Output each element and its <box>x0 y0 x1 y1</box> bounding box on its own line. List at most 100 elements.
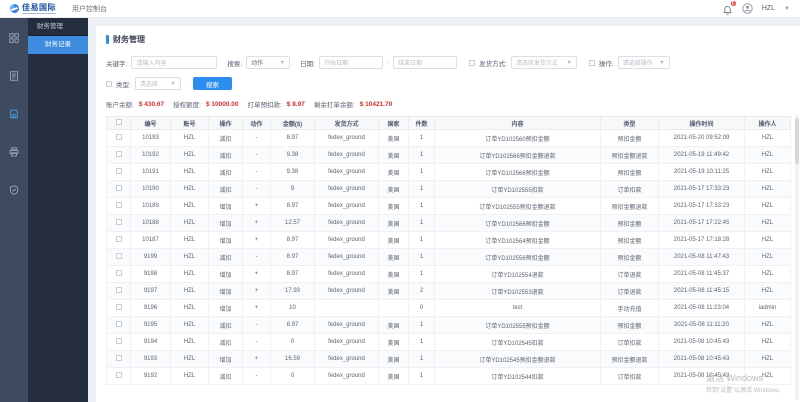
scrollbar-thumb[interactable] <box>795 118 799 164</box>
nav-printer[interactable] <box>8 146 20 158</box>
nav-orders[interactable] <box>8 70 20 82</box>
chevron-down-icon[interactable]: ▼ <box>784 6 790 12</box>
cell-id: 9196 <box>130 299 171 317</box>
cell-qty: 1 <box>408 197 435 215</box>
cell-qty: 1 <box>408 146 435 164</box>
table-row: 9193 HZL 增加 +16.59 fedex_ground 美国 1 订单YD102545… <box>106 350 791 368</box>
user-avatar-icon[interactable] <box>742 3 753 14</box>
cell-operator: HZL <box>744 316 791 334</box>
cell-content: 订单YD102560预扣金额 <box>434 129 601 147</box>
cell-account: HZL <box>170 265 209 283</box>
cell-type: 预扣金额退款 <box>600 146 659 164</box>
table-row: 9196 HZL 增加 +10 0 test 手动充值 2021-05-08 11:23:04… <box>106 299 791 317</box>
column-header[interactable]: 操作人 <box>744 116 791 130</box>
cell-operator: HZL <box>744 231 791 249</box>
icon-rail <box>0 18 28 402</box>
date-start-input[interactable]: 开始日期 <box>318 56 383 69</box>
cell-shipping: fedex_ground <box>314 214 379 232</box>
cell-account: HZL <box>170 299 209 317</box>
vertical-scrollbar[interactable] <box>795 114 799 400</box>
cell-type: 预扣金额 <box>600 129 659 147</box>
column-header[interactable]: 操作时间 <box>658 116 745 130</box>
column-header[interactable]: 金额($) <box>270 116 315 130</box>
column-header[interactable]: 类型 <box>600 116 659 130</box>
cell-time: 2021-05-08 10:45:43 <box>658 333 745 351</box>
column-header[interactable]: 操作 <box>208 116 243 130</box>
cell-time: 2021-05-08 11:47:43 <box>658 248 745 266</box>
cell-account: HZL <box>170 163 209 181</box>
select-all-checkbox[interactable] <box>115 119 122 125</box>
nav-store[interactable] <box>8 108 20 120</box>
sidebar-item-finance-records[interactable]: 财务记录 <box>28 36 88 54</box>
table-row: 10193 HZL 减扣 -8.97 fedex_ground 美国 1 订单YD102560… <box>106 129 791 147</box>
cell-time: 2021-05-17 17:33:23 <box>658 197 745 215</box>
operation-label: 操作: <box>598 60 614 68</box>
cell-amount: 8.97 <box>270 316 315 334</box>
row-checkbox[interactable] <box>115 168 122 174</box>
row-checkbox[interactable] <box>115 355 122 361</box>
cell-time: 2021-05-20 09:52:09 <box>658 129 745 147</box>
chevron-down-icon: ▼ <box>170 80 176 87</box>
row-checkbox[interactable] <box>115 185 122 191</box>
shipping-filter-checkbox[interactable] <box>469 59 476 66</box>
column-header[interactable]: 件数 <box>408 116 435 130</box>
row-checkbox[interactable] <box>115 202 122 208</box>
table-row: 10187 HZL 增加 +8.97 fedex_ground 美国 1 订单YD102564… <box>106 231 791 249</box>
nav-dashboard[interactable] <box>8 32 20 44</box>
column-header[interactable]: 动作 <box>242 116 271 130</box>
column-header[interactable]: 国家 <box>378 116 409 130</box>
cell-account: HZL <box>170 282 209 300</box>
row-checkbox[interactable] <box>115 253 122 259</box>
page-title: 财务管理 <box>106 34 790 45</box>
row-checkbox[interactable] <box>115 236 122 242</box>
cell-qty: 0 <box>408 299 435 317</box>
cell-id: 10190 <box>130 180 171 198</box>
cell-operation: 增加 <box>208 231 243 249</box>
title-accent-bar <box>106 35 109 44</box>
cell-shipping: fedex_ground <box>314 265 379 283</box>
shipping-select-value: 请选择发货方式 <box>515 61 558 67</box>
notifications-button[interactable]: 6 <box>722 0 737 15</box>
row-checkbox[interactable] <box>115 304 122 310</box>
type-label: 类型: <box>116 81 131 89</box>
column-header[interactable]: 编号 <box>130 116 171 130</box>
cell-account: HZL <box>170 367 209 385</box>
nav-membership[interactable] <box>8 184 20 196</box>
row-checkbox[interactable] <box>115 270 122 276</box>
cell-type: 预扣金额 <box>600 248 659 266</box>
cell-operation: 增加 <box>208 265 243 283</box>
row-checkbox[interactable] <box>115 151 122 157</box>
logo-text: 佳易国际 <box>22 3 56 14</box>
cell-operation: 减扣 <box>208 180 243 198</box>
type-filter-checkbox[interactable] <box>106 80 112 87</box>
column-header[interactable]: 发货方式 <box>314 116 379 130</box>
search-button[interactable]: 搜索 <box>192 77 232 90</box>
cell-operation: 减扣 <box>208 367 243 385</box>
cell-action: - <box>242 180 271 198</box>
row-checkbox[interactable] <box>115 287 122 293</box>
operation-select[interactable]: 请选择操作 ▼ <box>617 56 670 69</box>
username[interactable]: HZL <box>762 5 775 12</box>
cell-qty: 1 <box>408 316 435 334</box>
sidebar-group-finance[interactable]: 财务管理 <box>28 18 88 36</box>
row-checkbox[interactable] <box>115 219 122 225</box>
column-header[interactable]: 内容 <box>434 116 601 130</box>
cell-amount: 16.59 <box>270 350 315 368</box>
type-select[interactable]: 请选择 ▼ <box>134 77 181 90</box>
search-type-select[interactable]: 动作 ▼ <box>246 56 291 69</box>
shipping-select[interactable]: 请选择发货方式 ▼ <box>510 56 577 69</box>
main-layout: 财务管理 财务记录 财务管理 关键字: 请输入内容 搜索: 动作 ▼ 日期: 开… <box>0 18 800 402</box>
operation-filter-checkbox[interactable] <box>588 59 595 66</box>
cell-operation: 减扣 <box>208 248 243 266</box>
cell-shipping: fedex_ground <box>314 197 379 215</box>
brand-logo[interactable]: 佳易国际 <box>10 3 56 14</box>
column-header[interactable]: 账号 <box>170 116 209 130</box>
row-checkbox[interactable] <box>115 321 122 327</box>
cell-qty: 1 <box>408 214 435 232</box>
row-checkbox[interactable] <box>115 338 122 344</box>
table-row: 10191 HZL 减扣 -9.38 fedex_ground 美国 1 订单YD102566… <box>106 163 791 181</box>
date-end-input[interactable]: 结束日期 <box>393 56 458 69</box>
row-checkbox[interactable] <box>115 134 122 140</box>
keyword-input[interactable]: 请输入内容 <box>131 56 218 69</box>
row-checkbox[interactable] <box>115 372 122 378</box>
